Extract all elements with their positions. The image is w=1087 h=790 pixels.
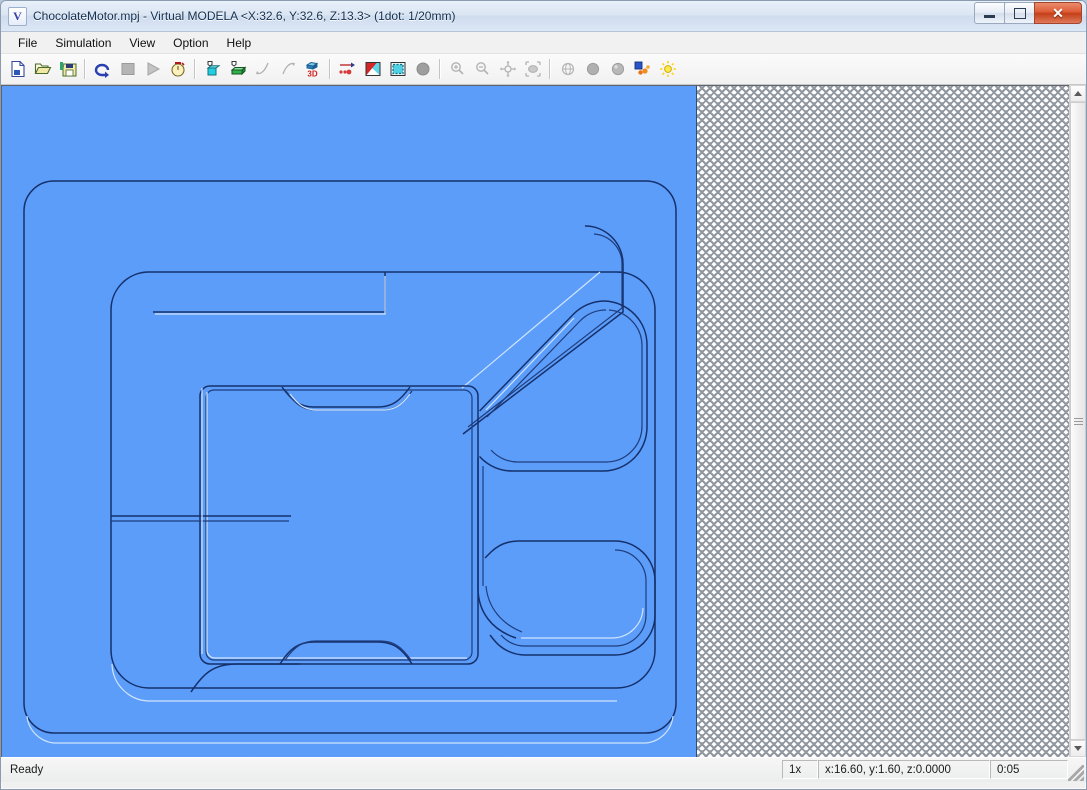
fit-view-button[interactable] [521,58,544,81]
new-file-button[interactable] [6,58,29,81]
cyan-cube-icon [206,61,221,76]
material-button[interactable] [631,58,654,81]
play-triangle-icon [147,62,160,76]
shading-flat-button[interactable] [581,58,604,81]
green-block-icon [230,61,247,76]
new-document-icon [10,60,25,78]
close-icon: ✕ [1052,5,1064,21]
status-message: Ready [10,764,44,776]
light-bulb-icon [659,61,676,77]
toolbar-separator [329,59,331,79]
app-logo-icon: V [8,6,27,26]
toolbar: 3D [1,54,1086,85]
section-triangle-icon [365,62,380,76]
workpiece-panel[interactable]: .ol { fill:none; stroke:#15306b; stroke-… [2,86,697,757]
rotate-left-button[interactable] [251,58,274,81]
application-window: V ChocolateMotor.mpj - Virtual MODELA <X… [0,0,1087,790]
maximize-icon [1013,7,1026,19]
fit-view-icon [524,61,541,77]
rotate-right-button[interactable] [276,58,299,81]
chevron-up-icon [1074,91,1082,96]
zoom-out-icon [475,62,489,75]
milled-pocket-model: .ol { fill:none; stroke:#15306b; stroke-… [23,180,677,744]
show-workpiece-button[interactable] [201,58,224,81]
top-view-button[interactable] [386,58,409,81]
title-bar[interactable]: V ChocolateMotor.mpj - Virtual MODELA <X… [1,1,1086,32]
view-3d-button[interactable]: 3D [301,58,324,81]
stop-square-icon [121,63,134,75]
toolbar-separator [194,59,196,79]
simulation-canvas[interactable]: .ol { fill:none; stroke:#15306b; stroke-… [1,85,1069,757]
zoom-in-button[interactable] [446,58,469,81]
window-title: ChocolateMotor.mpj - Virtual MODELA <X:3… [33,9,456,23]
material-swatch-icon [634,61,650,75]
save-floppy-icon [59,62,76,77]
status-coordinates: x:16.60, y:1.60, z:0.0000 [818,760,990,779]
caption-buttons: ✕ [974,2,1082,24]
app-logo-letter: V [13,9,22,23]
status-elapsed-time: 0:05 [990,760,1068,779]
rewind-button[interactable] [91,58,114,81]
toolbar-separator [84,59,86,79]
status-bar: Ready 1x x:16.60, y:1.60, z:0.0000 0:05 [1,757,1086,782]
zoom-out-button[interactable] [471,58,494,81]
menu-bar: File Simulation View Option Help [1,32,1086,54]
open-folder-icon [34,63,51,75]
shading-smooth-button[interactable] [606,58,629,81]
toolpath-arrow-icon [339,62,355,75]
globe-icon [561,62,574,76]
speed-button[interactable] [166,58,189,81]
svg-text:3D: 3D [307,70,317,79]
globe-view-button[interactable] [556,58,579,81]
stopwatch-icon [170,62,185,77]
toolpath-button[interactable] [336,58,359,81]
stop-button[interactable] [116,58,139,81]
scrollbar-track[interactable] [1070,102,1086,740]
menu-item-view[interactable]: View [120,34,164,52]
client-area: .ol { fill:none; stroke:#15306b; stroke-… [1,85,1086,757]
filled-circle-icon [416,62,429,76]
menu-item-file[interactable]: File [9,34,46,52]
pan-move-icon [499,60,516,78]
menu-item-simulation[interactable]: Simulation [46,34,120,52]
rotate-cw-icon [281,62,295,75]
chevron-down-icon [1074,746,1082,751]
open-file-button[interactable] [31,58,54,81]
play-button[interactable] [141,58,164,81]
light-button[interactable] [656,58,679,81]
toolbar-separator [549,59,551,79]
scroll-down-button[interactable] [1070,740,1086,757]
show-model-button[interactable] [226,58,249,81]
menu-item-option[interactable]: Option [164,34,217,52]
minimize-icon [984,14,995,18]
toolbar-separator [439,59,441,79]
3d-view-icon: 3D [305,62,319,79]
save-as-button[interactable] [56,58,79,81]
dotted-square-icon [390,62,405,76]
status-zoom-level: 1x [782,760,818,779]
section-view-button[interactable] [361,58,384,81]
zoom-in-icon [450,62,464,75]
scrollbar-thumb[interactable] [1070,102,1086,740]
gray-sphere-icon [611,62,624,76]
resize-grip-icon[interactable] [1068,765,1084,781]
scroll-up-button[interactable] [1070,85,1086,102]
curved-arrow-icon [94,63,110,78]
maximize-button[interactable] [1004,2,1035,24]
solid-view-button[interactable] [411,58,434,81]
rotate-ccw-icon [255,62,269,75]
vertical-scrollbar[interactable] [1069,85,1086,757]
menu-item-help[interactable]: Help [218,34,261,52]
minimize-button[interactable] [974,2,1005,24]
close-button[interactable]: ✕ [1034,2,1082,24]
pan-button[interactable] [496,58,519,81]
scrollbar-grip-icon [1073,416,1083,427]
gray-circle-icon [586,62,599,76]
